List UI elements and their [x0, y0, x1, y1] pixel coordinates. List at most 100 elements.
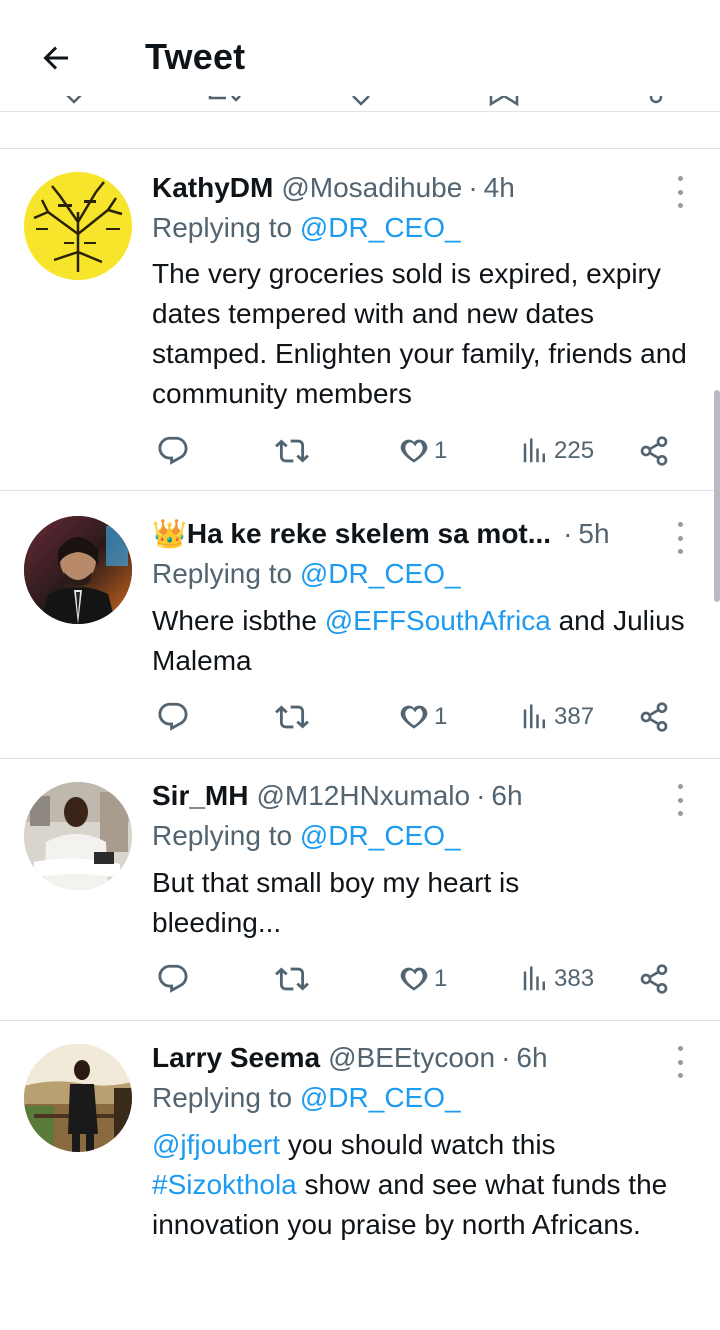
- page-title: Tweet: [145, 36, 246, 77]
- more-options-button[interactable]: [668, 176, 692, 208]
- more-options-button[interactable]: [668, 522, 692, 554]
- divider: [0, 148, 720, 149]
- hashtag-link[interactable]: #Sizokthola: [152, 1169, 297, 1200]
- action-bar: 1 387: [152, 695, 692, 739]
- like-button[interactable]: 1: [398, 957, 447, 1001]
- heart-icon: [400, 705, 428, 729]
- back-button[interactable]: [34, 36, 78, 80]
- retweet-icon: [275, 705, 309, 729]
- divider: [0, 490, 720, 491]
- like-button[interactable]: 1: [398, 695, 447, 739]
- display-name[interactable]: Sir_MH: [152, 776, 248, 816]
- replying-label: Replying to: [152, 1082, 293, 1113]
- retweet-icon-partial: [208, 96, 241, 102]
- reply-button[interactable]: [156, 429, 190, 473]
- tweet-header: Sir_MH @M12HNxumalo · 6h: [152, 776, 523, 816]
- reply-button[interactable]: [156, 695, 190, 739]
- tweet-header: 👑Ha ke reke skelem sa mot... · 5h: [152, 514, 610, 554]
- timestamp[interactable]: 4h: [484, 168, 515, 208]
- view-count: 383: [554, 965, 595, 992]
- share-button[interactable]: [638, 429, 670, 473]
- previous-tweet-actions-edge: [0, 96, 720, 118]
- separator-dot: ·: [501, 1042, 511, 1073]
- share-icon: [640, 702, 668, 732]
- replying-to: Replying to @DR_CEO_: [152, 1078, 461, 1118]
- reply-tweet[interactable]: Larry Seema @BEEtycoon · 6h Replying to …: [0, 1038, 720, 1330]
- display-name[interactable]: 👑Ha ke reke skelem sa mot...: [152, 514, 551, 554]
- replying-label: Replying to: [152, 820, 293, 851]
- reply-mention-link[interactable]: @DR_CEO_: [300, 1082, 461, 1113]
- tweet-header: KathyDM @Mosadihube · 4h: [152, 168, 515, 208]
- like-count: 1: [434, 437, 448, 464]
- timestamp[interactable]: 5h: [578, 514, 609, 554]
- avatar[interactable]: [24, 1044, 132, 1152]
- share-icon: [640, 436, 668, 466]
- reply-icon-partial: [66, 96, 82, 104]
- heart-icon: [400, 439, 428, 463]
- share-icon: [640, 964, 668, 994]
- man-outdoors-avatar-image: [24, 1044, 132, 1152]
- replying-to: Replying to @DR_CEO_: [152, 208, 461, 248]
- share-icon-partial: [649, 96, 663, 104]
- man-sitting-avatar-image: [24, 782, 132, 890]
- user-handle[interactable]: @BEEtycoon: [328, 1038, 495, 1078]
- reply-mention-link[interactable]: @DR_CEO_: [300, 212, 461, 243]
- views-button[interactable]: 383: [520, 957, 594, 1001]
- reply-icon: [158, 702, 188, 731]
- man-in-suit-avatar-image: [24, 516, 132, 624]
- reply-icon: [158, 964, 188, 993]
- separator-dot: ·: [563, 518, 573, 549]
- reply-button[interactable]: [156, 957, 190, 1001]
- retweet-button[interactable]: [274, 957, 310, 1001]
- reply-tweet[interactable]: KathyDM @Mosadihube · 4h Replying to @DR…: [0, 168, 720, 468]
- user-handle[interactable]: @Mosadihube: [281, 168, 462, 208]
- avatar[interactable]: [24, 172, 132, 280]
- top-app-bar: Tweet: [0, 0, 720, 112]
- heart-icon: [400, 967, 428, 991]
- like-button[interactable]: 1: [398, 429, 447, 473]
- view-count: 225: [554, 437, 595, 464]
- reply-mention-link[interactable]: @DR_CEO_: [300, 558, 461, 589]
- reply-tweet[interactable]: Sir_MH @M12HNxumalo · 6h Replying to @DR…: [0, 776, 720, 1006]
- mention-link[interactable]: @jfjoubert: [152, 1129, 280, 1160]
- tweet-text-part: Where isbthe: [152, 605, 325, 636]
- reply-tweet[interactable]: 👑Ha ke reke skelem sa mot... · 5h Replyi…: [0, 514, 720, 744]
- display-name[interactable]: Larry Seema: [152, 1038, 320, 1078]
- divider: [0, 758, 720, 759]
- avatar[interactable]: [24, 782, 132, 890]
- user-handle[interactable]: @M12HNxumalo: [256, 776, 470, 816]
- display-name[interactable]: KathyDM: [152, 168, 273, 208]
- share-button[interactable]: [638, 957, 670, 1001]
- tweet-text: @jfjoubert you should watch this #Sizokt…: [152, 1125, 692, 1245]
- replying-label: Replying to: [152, 212, 293, 243]
- views-button[interactable]: 387: [520, 695, 594, 739]
- timestamp[interactable]: 6h: [516, 1038, 547, 1078]
- replying-to: Replying to @DR_CEO_: [152, 554, 461, 594]
- tweet-text: But that small boy my heart is bleeding.…: [152, 867, 520, 938]
- views-chart-icon: [523, 438, 545, 463]
- bookmark-icon-partial: [489, 96, 519, 107]
- tweet-header: Larry Seema @BEEtycoon · 6h: [152, 1038, 548, 1078]
- retweet-button[interactable]: [274, 429, 310, 473]
- scrollbar-thumb[interactable]: [714, 390, 720, 602]
- view-count: 387: [554, 703, 595, 730]
- mention-link[interactable]: @EFFSouthAfrica: [325, 605, 551, 636]
- action-bar: 1 383: [152, 957, 692, 1001]
- tweet-text: Where isbthe @EFFSouthAfrica and Julius …: [152, 601, 702, 681]
- replying-label: Replying to: [152, 558, 293, 589]
- replying-to: Replying to @DR_CEO_: [152, 816, 461, 856]
- more-options-button[interactable]: [668, 1046, 692, 1078]
- divider: [0, 1020, 720, 1021]
- tweet-text: The very groceries sold is expired, expi…: [152, 258, 687, 409]
- share-button[interactable]: [638, 695, 670, 739]
- reply-mention-link[interactable]: @DR_CEO_: [300, 820, 461, 851]
- action-bar: 1 225: [152, 429, 692, 473]
- like-icon-partial: [352, 96, 370, 106]
- views-button[interactable]: 225: [520, 429, 594, 473]
- avatar[interactable]: [24, 516, 132, 624]
- tweet-text-part: you should watch this: [280, 1129, 556, 1160]
- separator-dot: ·: [476, 780, 486, 811]
- more-options-button[interactable]: [668, 784, 692, 816]
- timestamp[interactable]: 6h: [491, 776, 522, 816]
- retweet-button[interactable]: [274, 695, 310, 739]
